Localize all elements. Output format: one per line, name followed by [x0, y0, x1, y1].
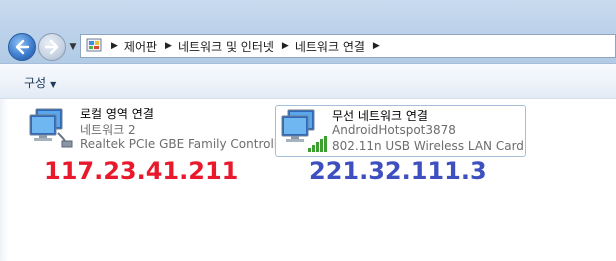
breadcrumb-item-network-internet[interactable]: 네트워크 및 인터넷	[178, 38, 274, 55]
back-button[interactable]	[8, 33, 36, 61]
forward-arrow-icon	[44, 39, 59, 55]
breadcrumb-item-network-connections[interactable]: 네트워크 연결	[295, 38, 365, 55]
chevron-down-icon: ▼	[50, 80, 57, 89]
control-panel-icon	[85, 37, 103, 55]
wireless-network-icon	[280, 108, 328, 158]
organize-button[interactable]: 구성 ▼	[24, 74, 56, 91]
breadcrumb-separator-icon[interactable]: ▶	[111, 41, 118, 51]
recent-pages-dropdown[interactable]: ▼	[68, 42, 78, 52]
breadcrumb-item-control-panel[interactable]: 제어판	[124, 38, 157, 55]
connection-item-local-area[interactable]: 로컬 영역 연결 네트워크 2 Realtek PCIe GBE Family …	[24, 105, 289, 157]
connection-network: 네트워크 2	[80, 123, 136, 137]
connection-name: 로컬 영역 연결	[80, 107, 154, 121]
connection-item-wireless[interactable]: 무선 네트워크 연결 AndroidHotspot3878 802.11n US…	[275, 105, 526, 157]
wired-network-icon	[28, 107, 74, 155]
ip-address-annotation: 221.32.111.3	[309, 157, 487, 185]
connection-adapter: Realtek PCIe GBE Family Controller	[80, 137, 290, 151]
connection-adapter: 802.11n USB Wireless LAN Card	[332, 139, 524, 153]
back-arrow-icon	[15, 39, 30, 55]
breadcrumb-separator-icon[interactable]: ▶	[373, 41, 380, 51]
title-bar: ▼ ▶ 제어판 ▶ 네트워크 및 인터넷 ▶ 네트워크 연결 ▶	[0, 0, 616, 64]
breadcrumb-separator-icon[interactable]: ▶	[282, 41, 289, 51]
address-bar[interactable]: ▶ 제어판 ▶ 네트워크 및 인터넷 ▶ 네트워크 연결 ▶	[80, 34, 616, 58]
navigation-pane-edge	[0, 99, 8, 261]
command-bar: 구성 ▼	[0, 64, 616, 99]
connection-name: 무선 네트워크 연결	[332, 109, 428, 123]
organize-label: 구성	[24, 76, 47, 90]
forward-button[interactable]	[38, 33, 66, 61]
ip-address-annotation: 117.23.41.211	[44, 157, 239, 185]
breadcrumb-separator-icon[interactable]: ▶	[165, 41, 172, 51]
connection-network: AndroidHotspot3878	[332, 123, 456, 137]
